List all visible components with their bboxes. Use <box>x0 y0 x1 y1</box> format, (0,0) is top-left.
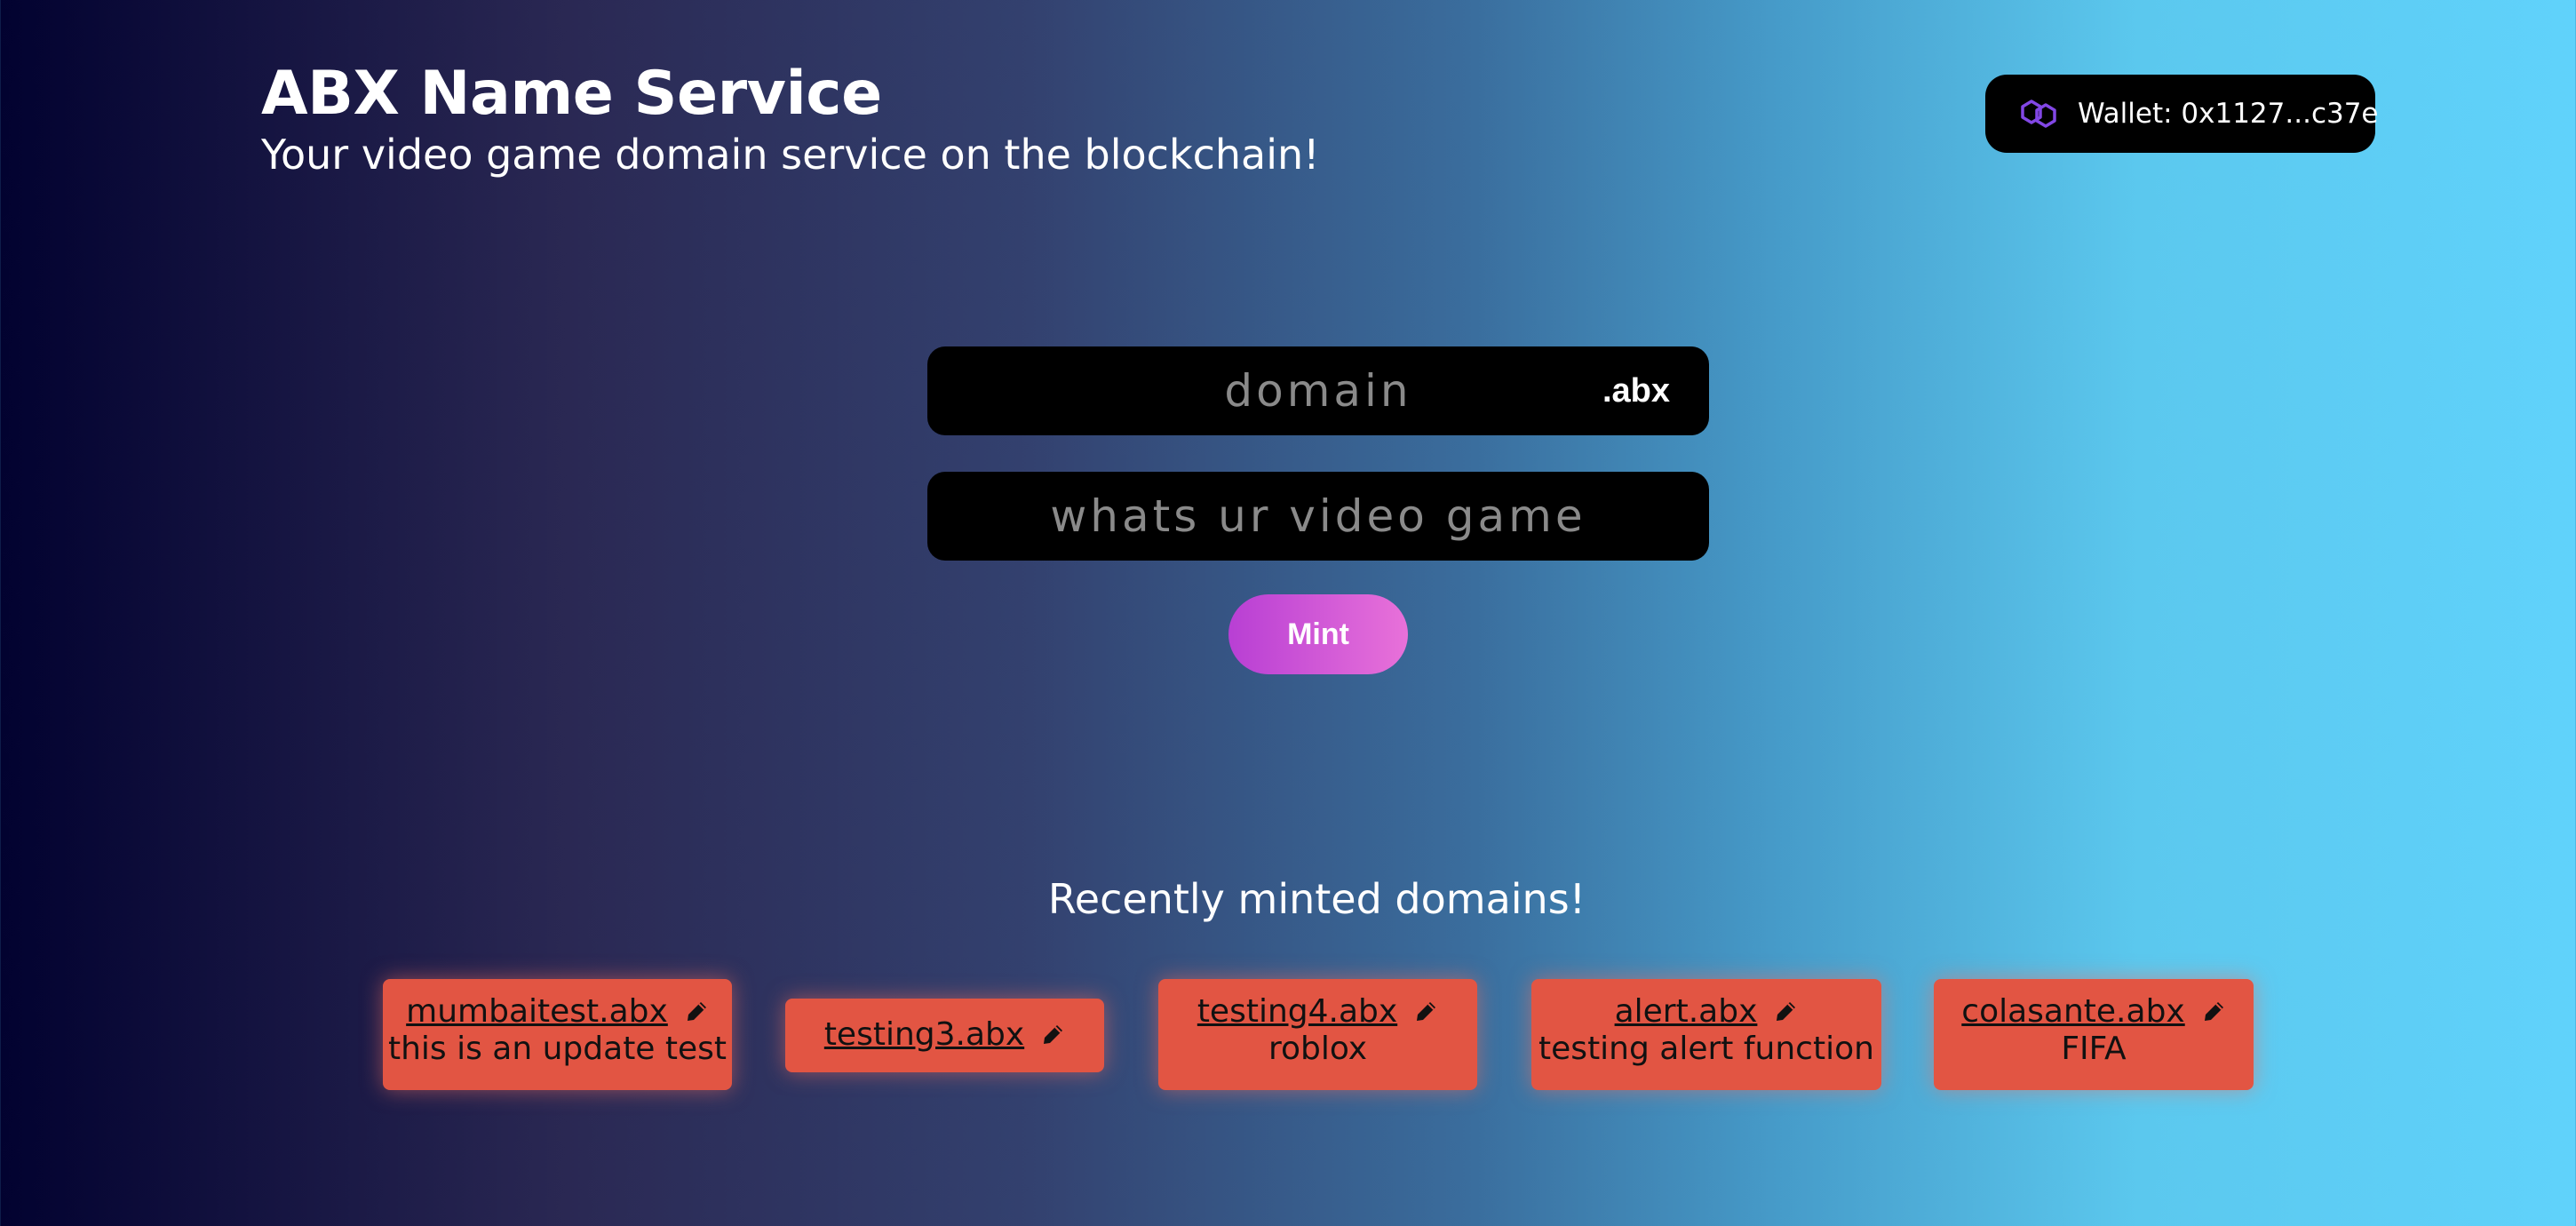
domain-input[interactable] <box>927 346 1709 435</box>
mint-form: .abx Mint <box>927 346 1709 674</box>
domain-link[interactable]: alert.abx <box>1615 993 1758 1031</box>
domain-record: FIFA <box>2061 1031 2127 1067</box>
domain-name-line: mumbaitest.abx <box>383 993 732 1031</box>
header: ABX Name Service Your video game domain … <box>261 59 1320 179</box>
domain-link[interactable]: colasante.abx <box>1961 993 2184 1031</box>
domain-link[interactable]: mumbaitest.abx <box>406 993 668 1031</box>
domain-card: mumbaitest.abx this is an update test <box>383 979 732 1090</box>
domain-field: .abx <box>927 346 1709 435</box>
domain-link[interactable]: testing3.abx <box>824 1016 1024 1054</box>
recent-domains-title: Recently minted domains! <box>1047 875 1586 923</box>
recent-domains-list: mumbaitest.abx this is an update test te… <box>0 979 2576 1095</box>
domain-card: testing3.abx <box>785 999 1104 1072</box>
domain-record: this is an update test <box>387 1031 727 1067</box>
record-input[interactable] <box>927 472 1709 561</box>
domain-card: colasante.abx FIFA <box>1934 979 2254 1090</box>
tld-suffix: .abx <box>1602 372 1670 410</box>
mint-wrap: Mint <box>927 594 1709 674</box>
domain-name-line: colasante.abx <box>1934 993 2254 1031</box>
domain-name-line: testing4.abx <box>1158 993 1477 1031</box>
pencil-icon[interactable] <box>2201 999 2226 1024</box>
domain-record: testing alert function <box>1538 1031 1874 1067</box>
pencil-icon[interactable] <box>1413 999 1438 1024</box>
domain-link[interactable]: testing4.abx <box>1197 993 1397 1031</box>
pencil-icon[interactable] <box>1773 999 1798 1024</box>
domain-card: alert.abx testing alert function <box>1531 979 1881 1090</box>
domain-name-line: alert.abx <box>1531 993 1881 1031</box>
record-field <box>927 472 1709 561</box>
polygon-logo-icon <box>2019 94 2058 133</box>
domain-card: testing4.abx roblox <box>1158 979 1477 1090</box>
domain-record: roblox <box>1268 1031 1368 1067</box>
pencil-icon[interactable] <box>1040 1023 1065 1047</box>
wallet-button[interactable]: Wallet: 0x1127...c37e <box>1985 75 2379 153</box>
mint-button[interactable]: Mint <box>1228 594 1408 674</box>
domain-name-line: testing3.abx <box>785 1016 1104 1054</box>
page-title: ABX Name Service <box>261 59 882 129</box>
wallet-address: Wallet: 0x1127...c37e <box>2078 98 2379 130</box>
page-subtitle: Your video game domain service on the bl… <box>261 131 1320 179</box>
pencil-icon[interactable] <box>684 999 709 1024</box>
